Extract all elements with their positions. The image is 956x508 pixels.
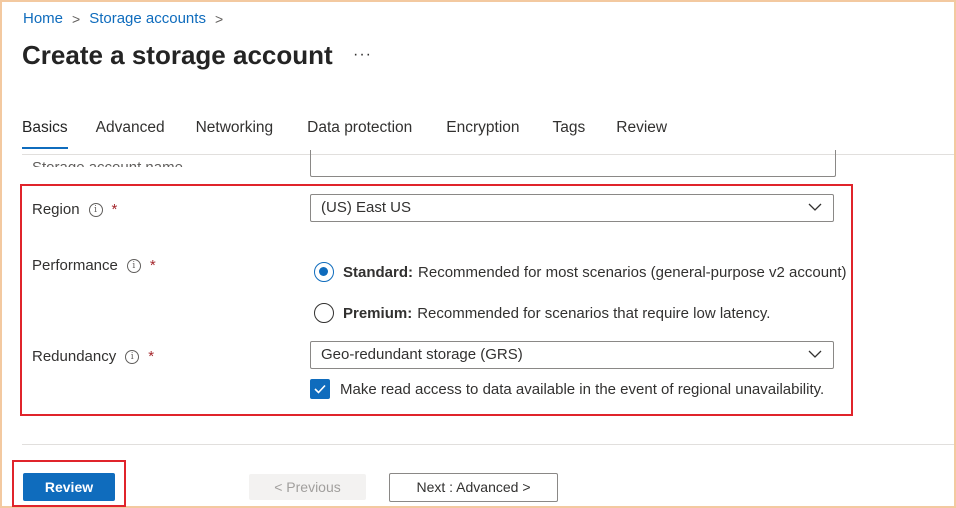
chevron-down-icon xyxy=(808,350,822,358)
redundancy-label: Redundancy i * xyxy=(32,348,154,365)
required-marker: * xyxy=(148,348,155,365)
page-title: Create a storage account xyxy=(22,40,333,70)
checkmark-icon xyxy=(314,384,326,394)
tab-networking[interactable]: Networking xyxy=(196,119,274,137)
redundancy-select[interactable]: Geo-redundant storage (GRS) xyxy=(310,341,834,369)
more-options-icon[interactable]: ··· xyxy=(353,46,372,64)
read-access-checkbox-row[interactable]: Make read access to data available in th… xyxy=(310,379,824,399)
info-icon[interactable]: i xyxy=(126,258,141,273)
tab-review[interactable]: Review xyxy=(616,119,667,137)
standard-title: Standard: xyxy=(343,263,414,281)
breadcrumb-home[interactable]: Home xyxy=(23,10,63,27)
previous-button[interactable]: < Previous xyxy=(249,474,366,500)
tab-bar: Basics Advanced Networking Data protecti… xyxy=(22,119,667,149)
performance-premium-option[interactable]: Premium: Recommended for scenarios that … xyxy=(314,303,770,323)
chevron-right-icon: > xyxy=(72,10,81,27)
performance-label: Performance i * xyxy=(32,257,156,274)
region-select[interactable]: (US) East US xyxy=(310,194,834,222)
tab-advanced[interactable]: Advanced xyxy=(96,119,165,137)
next-advanced-button[interactable]: Next : Advanced > xyxy=(389,473,558,502)
required-marker: * xyxy=(149,257,156,274)
radio-unselected-icon[interactable] xyxy=(314,303,334,323)
chevron-down-icon xyxy=(808,203,822,211)
performance-label-text: Performance xyxy=(32,257,118,274)
performance-standard-option[interactable]: Standard: Recommended for most scenarios… xyxy=(314,262,847,282)
redundancy-value: Geo-redundant storage (GRS) xyxy=(321,346,523,363)
chevron-right-icon: > xyxy=(214,10,224,27)
tab-basics[interactable]: Basics xyxy=(22,119,68,149)
checkbox-checked-icon[interactable] xyxy=(310,379,330,399)
tab-encryption[interactable]: Encryption xyxy=(446,119,519,137)
premium-description: Recommended for scenarios that require l… xyxy=(417,304,771,322)
redundancy-label-text: Redundancy xyxy=(32,348,117,365)
breadcrumb: Home > Storage accounts > xyxy=(23,10,232,27)
info-icon[interactable]: i xyxy=(88,202,103,217)
required-marker: * xyxy=(111,201,118,218)
tab-data-protection[interactable]: Data protection xyxy=(307,119,412,137)
info-icon[interactable]: i xyxy=(125,349,140,364)
premium-title: Premium: xyxy=(343,304,413,322)
region-value: (US) East US xyxy=(321,199,412,216)
region-label: Region i * xyxy=(32,201,117,218)
standard-description: Recommended for most scenarios (general-… xyxy=(418,263,847,281)
footer-divider xyxy=(22,444,954,445)
breadcrumb-storage-accounts[interactable]: Storage accounts xyxy=(89,10,206,27)
tab-tags[interactable]: Tags xyxy=(553,119,586,137)
review-button[interactable]: Review xyxy=(23,473,115,501)
storage-account-name-label: Storage account name xyxy=(32,153,183,167)
region-label-text: Region xyxy=(32,201,80,218)
radio-selected-icon[interactable] xyxy=(314,262,334,282)
read-access-label: Make read access to data available in th… xyxy=(340,380,825,398)
storage-account-name-input[interactable] xyxy=(310,150,836,177)
